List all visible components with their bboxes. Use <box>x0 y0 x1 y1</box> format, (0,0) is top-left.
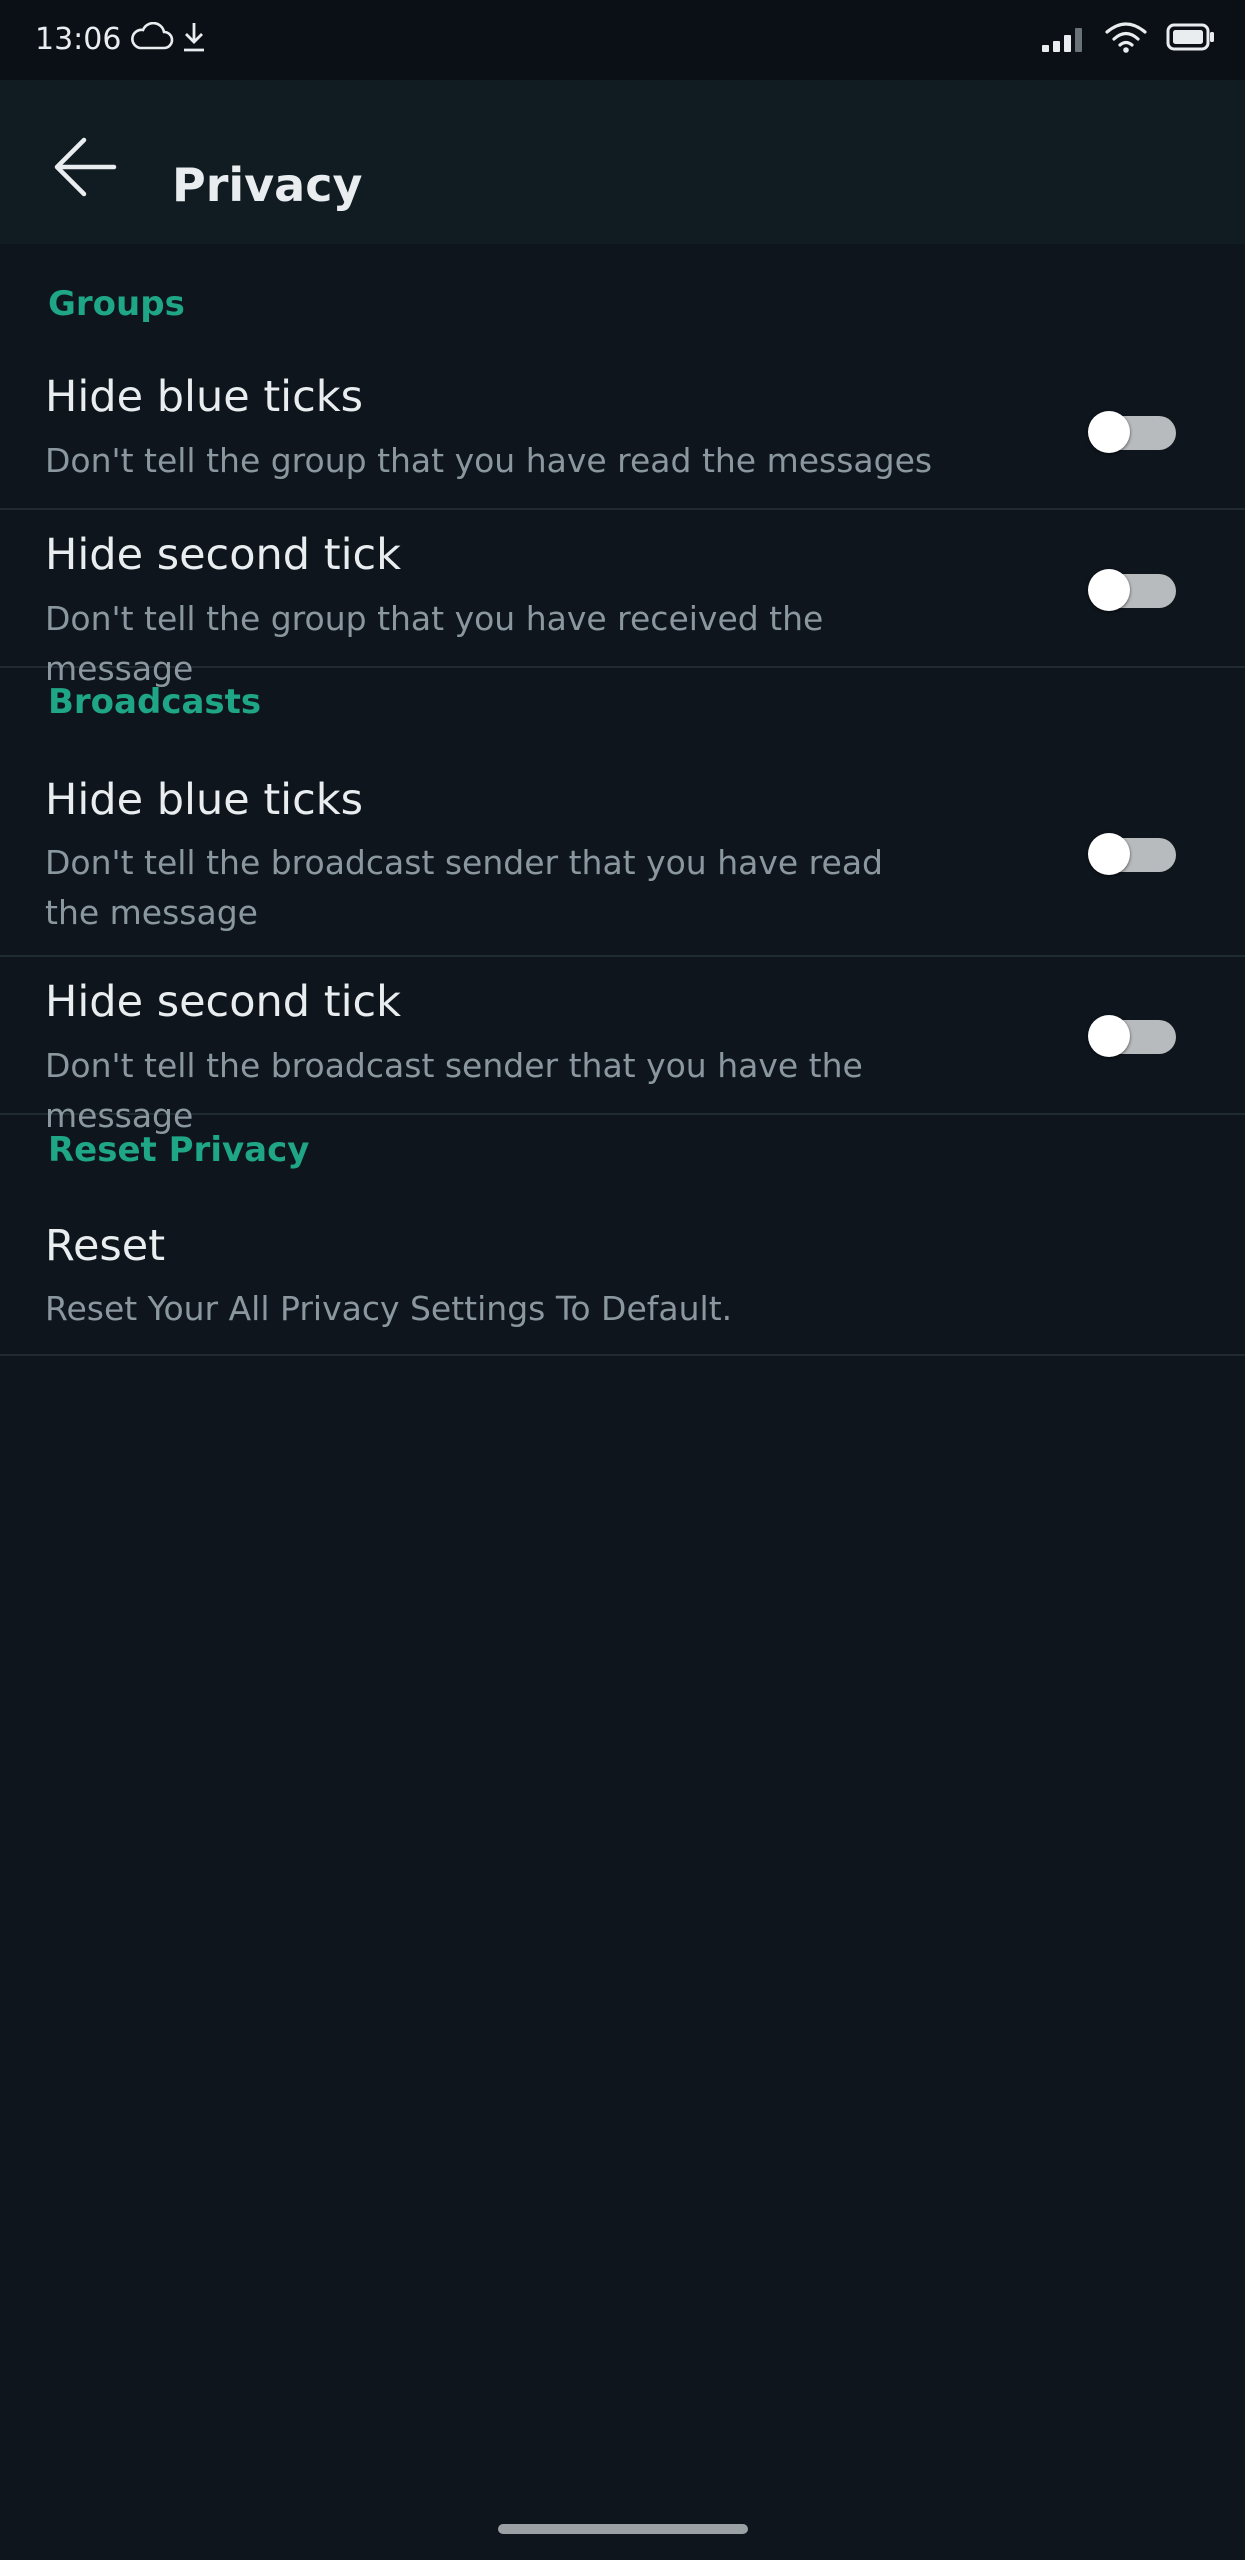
signal-icon <box>1042 26 1090 56</box>
toggle-switch[interactable] <box>1088 569 1176 611</box>
setting-row-broadcasts-hide-second-tick[interactable]: Hide second tick Don't tell the broadcas… <box>0 957 1245 1135</box>
section-header-broadcasts: Broadcasts <box>48 682 262 722</box>
setting-row-broadcasts-hide-blue-ticks[interactable]: Hide blue ticks Don't tell the broadcast… <box>0 752 1245 957</box>
setting-title: Hide blue ticks <box>45 372 364 422</box>
setting-title: Hide second tick <box>45 977 402 1027</box>
setting-subtitle: Don't tell the broadcast sender that you… <box>45 1046 863 1135</box>
toggle-switch[interactable] <box>1088 833 1176 875</box>
setting-title: Hide blue ticks <box>45 775 364 825</box>
toggle-thumb <box>1088 411 1130 453</box>
toggle-thumb <box>1088 833 1130 875</box>
arrow-left-icon <box>52 136 118 202</box>
setting-row-reset[interactable]: Reset Reset Your All Privacy Settings To… <box>0 1198 1245 1356</box>
home-indicator[interactable] <box>498 2524 748 2534</box>
setting-subtitle: Don't tell the group that you have read … <box>45 441 933 480</box>
cloud-icon <box>128 21 174 56</box>
status-time: 13:06 <box>35 22 122 57</box>
toggle-switch[interactable] <box>1088 1015 1176 1057</box>
setting-title: Reset <box>45 1221 166 1271</box>
toggle-thumb <box>1088 1015 1130 1057</box>
section-header-groups: Groups <box>48 284 185 324</box>
toggle-thumb <box>1088 569 1130 611</box>
setting-row-groups-hide-blue-ticks[interactable]: Hide blue ticks Don't tell the group tha… <box>0 352 1245 510</box>
battery-icon <box>1166 22 1216 56</box>
back-button[interactable] <box>40 124 130 214</box>
section-header-reset-privacy: Reset Privacy <box>48 1130 310 1170</box>
setting-subtitle: Reset Your All Privacy Settings To Defau… <box>45 1289 733 1328</box>
setting-subtitle: Don't tell the group that you have recei… <box>45 599 824 688</box>
toggle-switch[interactable] <box>1088 411 1176 453</box>
app-bar: Privacy <box>0 80 1245 244</box>
setting-title: Hide second tick <box>45 530 402 580</box>
page-title: Privacy <box>172 158 363 212</box>
setting-subtitle: Don't tell the broadcast sender that you… <box>45 843 883 932</box>
wifi-icon <box>1104 20 1148 58</box>
status-bar: 13:06 <box>0 0 1245 80</box>
download-icon <box>180 20 208 58</box>
setting-row-groups-hide-second-tick[interactable]: Hide second tick Don't tell the group th… <box>0 510 1245 688</box>
